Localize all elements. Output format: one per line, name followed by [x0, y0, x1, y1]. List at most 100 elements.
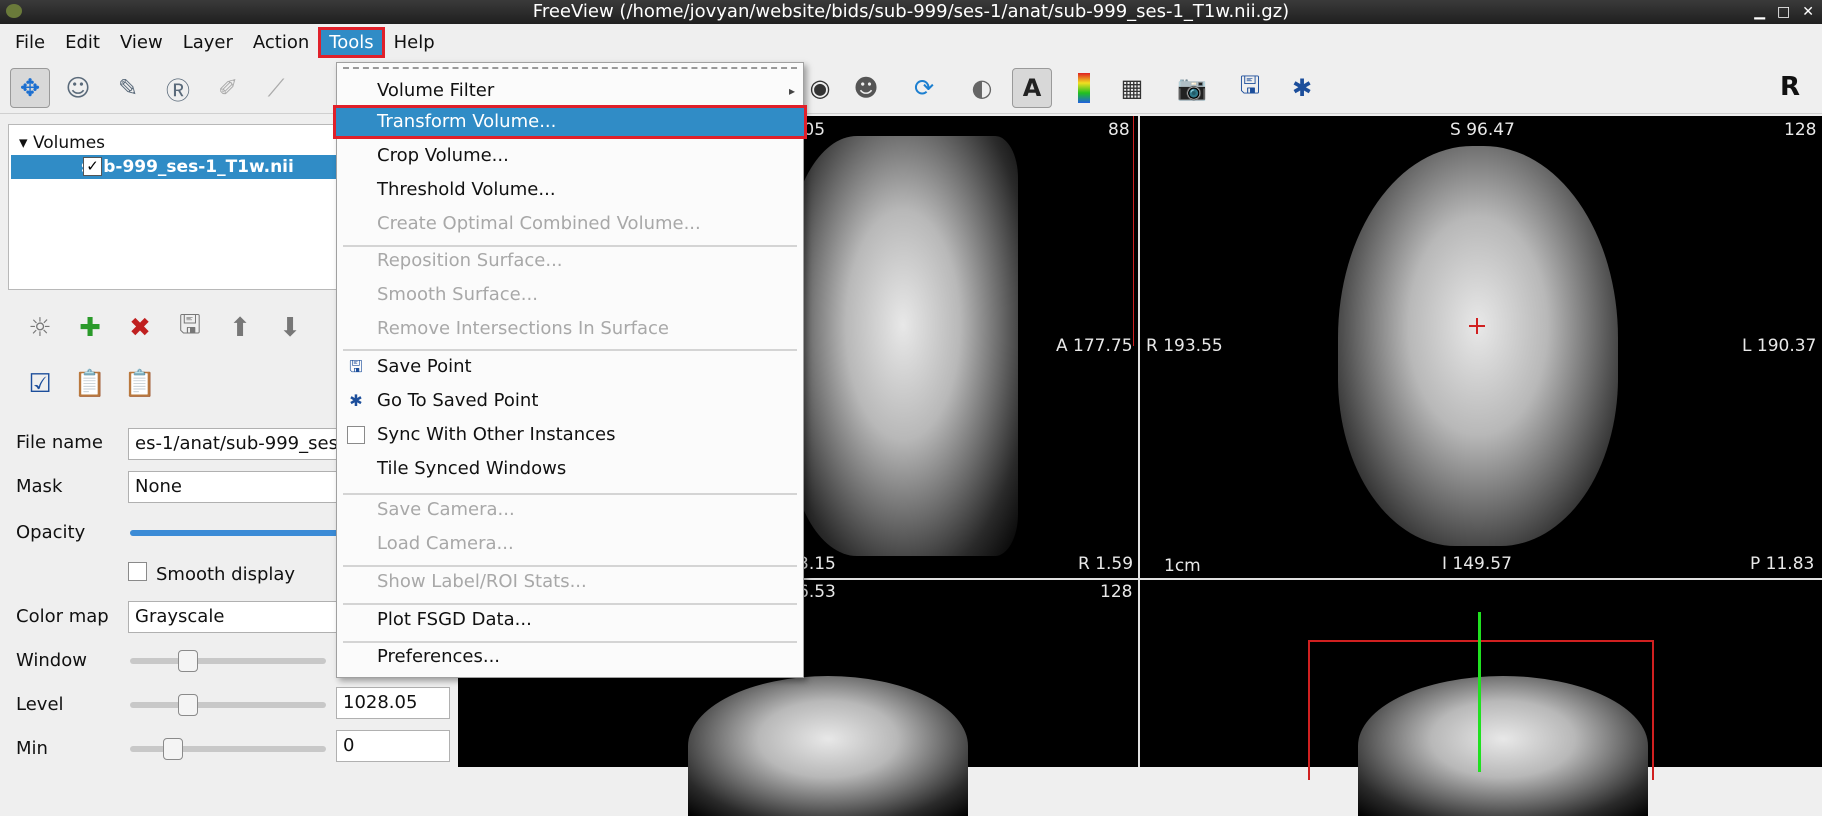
menu-item-plot-fsgd[interactable]: Plot FSGD Data... [337, 603, 803, 637]
snapshot-icon[interactable]: 📷 [1172, 68, 1212, 108]
level-slider-knob[interactable] [177, 694, 198, 716]
save-volume-icon[interactable]: 🖫 [172, 310, 208, 346]
paste-setting-icon[interactable]: 📋 [72, 366, 108, 402]
layer-tree[interactable]: ▾ Volumes sub-999_ses-1_T1w.nii ✓ [8, 124, 343, 290]
coronal-slice-number: 128 [1784, 120, 1817, 140]
close-volume-icon[interactable]: ✖ [122, 310, 158, 346]
save-point-toolbar-icon[interactable]: 🖫 [1230, 68, 1270, 108]
level-input[interactable]: 1028.05 [336, 687, 450, 719]
menu-item-threshold-volume[interactable]: Threshold Volume... [337, 173, 803, 207]
menu-item-save-point[interactable]: 🖫 Save Point [337, 350, 803, 384]
view-orientation-label: R [1779, 72, 1800, 102]
3d-bounding-box [1308, 640, 1654, 780]
layer-actions-row: ☼ ✚ ✖ 🖫 ⬆ ⬇ [22, 310, 308, 346]
menu-file[interactable]: File [6, 29, 54, 56]
move-up-icon[interactable]: ⬆ [222, 310, 258, 346]
smooth-display-label: Smooth display [156, 564, 296, 585]
opacity-slider[interactable] [130, 530, 340, 536]
point-set-edit-icon[interactable]: ✐ [208, 68, 248, 108]
roi-edit-icon[interactable]: Ⓡ [158, 68, 198, 108]
sagittal-slice-number: 88 [1108, 120, 1130, 140]
tearoff-handle[interactable] [343, 67, 797, 69]
menu-item-transform-volume[interactable]: Transform Volume... [333, 105, 807, 139]
coronal-cursor-h [1469, 325, 1485, 327]
contour-icon[interactable]: ⟋ [256, 68, 296, 108]
menu-item-create-optimal-volume: Create Optimal Combined Volume... [377, 213, 701, 234]
view-3d-icon[interactable]: ☻ [846, 68, 886, 108]
menu-item-sync-instances[interactable]: Sync With Other Instances [337, 418, 803, 452]
save-point-icon: 🖫 [349, 357, 363, 376]
voxel-edit-icon[interactable]: ☺ [58, 68, 98, 108]
menu-view[interactable]: View [111, 29, 172, 56]
min-slider-knob[interactable] [163, 738, 184, 760]
menu-item-label: Sync With Other Instances [377, 424, 616, 445]
tree-root-volumes[interactable]: ▾ Volumes [19, 133, 105, 153]
sync-checkbox[interactable] [347, 426, 365, 444]
menu-tools[interactable]: Tools [318, 26, 385, 58]
menu-layer[interactable]: Layer [174, 29, 242, 56]
file-name-field[interactable]: es-1/anat/sub-999_ses- [128, 428, 338, 460]
close-button[interactable]: ✕ [1802, 0, 1814, 24]
clipboard-row: ☑ 📋 📋 [22, 366, 158, 402]
mask-select[interactable]: None [128, 471, 338, 503]
menu-item-crop-volume[interactable]: Crop Volume... [337, 139, 803, 173]
menu-item-volume-filter[interactable]: Volume Filter ▸ [337, 74, 803, 108]
sagittal-coord-right: A 177.75 [1056, 336, 1133, 356]
menu-action[interactable]: Action [244, 29, 318, 56]
sagittal-cursor-line [1133, 116, 1134, 346]
goto-point-toolbar-icon[interactable]: ✱ [1282, 68, 1322, 108]
coronal-coord-right: L 190.37 [1742, 336, 1817, 356]
coronal-brain-image [1338, 146, 1618, 546]
minimize-button[interactable]: ▁ [1754, 0, 1765, 24]
menu-item-preferences[interactable]: Preferences... [337, 640, 803, 674]
show-surface-icon[interactable]: ◐ [962, 68, 1002, 108]
sagittal-coord-bottom-right: R 1.59 [1078, 554, 1134, 574]
move-down-icon[interactable]: ⬇ [272, 310, 308, 346]
load-volume-icon[interactable]: ✚ [72, 310, 108, 346]
opacity-fill [130, 530, 340, 536]
color-bar-icon[interactable] [1064, 68, 1104, 108]
colormap-select[interactable]: Grayscale [128, 601, 338, 633]
submenu-arrow-icon: ▸ [788, 84, 795, 98]
coronal-scale-bar: 1cm [1164, 556, 1201, 576]
new-volume-icon[interactable]: ☼ [22, 310, 58, 346]
menu-item-show-label-stats: Show Label/ROI Stats... [377, 571, 587, 592]
maximize-button[interactable]: □ [1777, 0, 1790, 24]
menu-item-label: Volume Filter [377, 80, 495, 101]
sagittal-brain-image [788, 136, 1018, 556]
opacity-label: Opacity [16, 522, 86, 543]
menu-item-label: Go To Saved Point [377, 390, 539, 411]
show-annotation-icon[interactable]: A [1012, 68, 1052, 108]
menu-item-goto-saved-point[interactable]: ✱ Go To Saved Point [337, 384, 803, 418]
tree-item-volume[interactable]: sub-999_ses-1_T1w.nii [11, 155, 343, 179]
reset-view-icon[interactable]: ⟳ [904, 68, 944, 108]
axial-brain-image [688, 676, 968, 816]
menu-edit[interactable]: Edit [56, 29, 109, 56]
command-console-icon[interactable]: ▦ [1112, 68, 1152, 108]
recon-edit-icon[interactable]: ✎ [108, 68, 148, 108]
goto-point-icon: ✱ [349, 391, 363, 410]
layout-1x3-icon[interactable]: ◉ [800, 68, 840, 108]
app-logo-icon [6, 4, 22, 18]
window-slider[interactable] [130, 650, 326, 672]
menu-item-load-camera: Load Camera... [377, 533, 514, 554]
navigate-tool-icon[interactable]: ✥ [10, 68, 50, 108]
copy-setting-icon[interactable]: ☑ [22, 366, 58, 402]
tools-menu-dropdown: Volume Filter ▸ Transform Volume... Crop… [333, 62, 807, 678]
level-slider[interactable] [130, 694, 326, 716]
paste-all-icon[interactable]: 📋 [122, 366, 158, 402]
window-slider-knob[interactable] [177, 650, 198, 672]
min-slider[interactable] [130, 738, 326, 760]
main-toolbar: ✥ ☺ ✎ Ⓡ ✐ ⟋ ◉ ☻ ⟳ ◐ A ▦ 📷 🖫 ✱ R [0, 62, 1822, 114]
coronal-coord-bottom: I 149.57 [1442, 554, 1512, 574]
min-input[interactable]: 0 [336, 730, 450, 762]
mask-label: Mask [16, 476, 63, 497]
menu-item-reposition-surface: Reposition Surface... [377, 250, 563, 271]
menu-item-smooth-surface: Smooth Surface... [377, 284, 538, 305]
menu-item-save-camera: Save Camera... [377, 499, 515, 520]
smooth-display-checkbox[interactable] [128, 562, 147, 581]
menu-item-tile-synced-windows[interactable]: Tile Synced Windows [337, 452, 803, 486]
layer-visible-checkbox[interactable]: ✓ [83, 157, 102, 176]
3d-slice-plane [1478, 612, 1481, 772]
menu-help[interactable]: Help [385, 29, 444, 56]
